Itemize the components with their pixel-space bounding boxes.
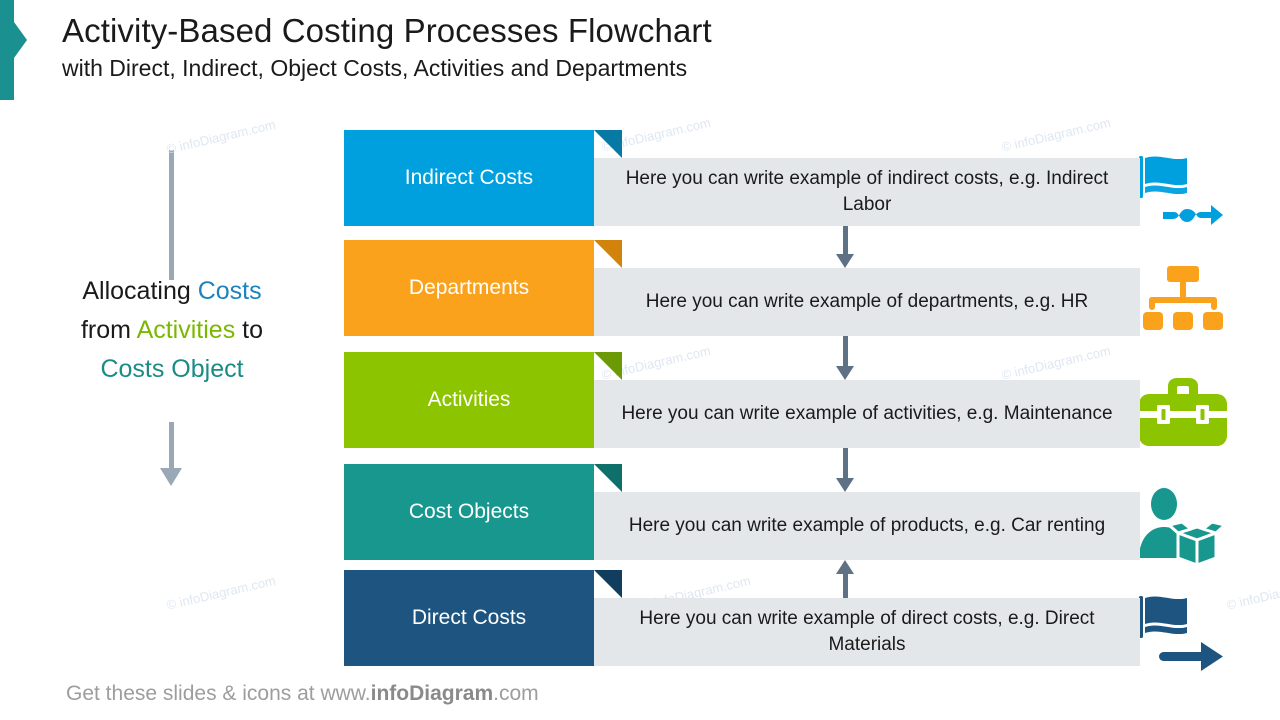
- title-subtitle: with Direct, Indirect, Object Costs, Act…: [62, 55, 688, 82]
- row-description-text: Here you can write example of activities…: [621, 403, 1113, 425]
- title-accent-chevron-icon: [14, 22, 27, 58]
- row-description[interactable]: Here you can write example of indirect c…: [594, 158, 1140, 226]
- caption-line-2-prefix: from: [80, 315, 137, 344]
- caption-costs-object-highlight: Costs Object: [100, 354, 244, 383]
- row-label-tag[interactable]: Departments: [344, 240, 594, 336]
- caption-costs-highlight: Costs: [197, 277, 262, 305]
- caption-activities-highlight: Activities: [136, 315, 236, 344]
- row-tag-fold-icon: [594, 352, 622, 408]
- row-label-text: Departments: [408, 276, 530, 299]
- title-main: Activity-Based Costing Processes Flowcha…: [62, 12, 712, 49]
- row-description[interactable]: Here you can write example of department…: [594, 268, 1140, 336]
- flow-line-top: [169, 150, 174, 280]
- footer-promo: Get these slides & icons at www.infoDiag…: [66, 682, 539, 706]
- row-description-text: Here you can write example of direct cos…: [639, 608, 1095, 655]
- allocation-caption-block: Allocating Costs from Activities to Cost…: [36, 130, 308, 500]
- row-label-tag[interactable]: Direct Costs: [344, 570, 594, 666]
- flow-arrow-stem-bottom: [169, 422, 174, 470]
- page-title: Activity-Based Costing Processes Flowcha…: [62, 10, 1212, 84]
- row-description-text: Here you can write example of department…: [645, 291, 1089, 313]
- caption-line-3: Costs Object: [36, 350, 308, 389]
- row-tag-fold-icon: [594, 570, 622, 626]
- row-label-text: Indirect Costs: [404, 166, 534, 189]
- caption-line-2: from Activities to: [36, 311, 308, 350]
- footer-brand: infoDiagram: [370, 682, 494, 705]
- watermark: © infoDiagram.com: [165, 572, 277, 613]
- row-label-text: Activities: [427, 388, 511, 411]
- row-label-tag[interactable]: Cost Objects: [344, 464, 594, 560]
- row-label-text: Direct Costs: [411, 606, 527, 629]
- caption-line-1-prefix: Allocating: [82, 277, 198, 305]
- footer-suffix: .com: [493, 682, 539, 705]
- row-label-tag[interactable]: Indirect Costs: [344, 130, 594, 226]
- row-description[interactable]: Here you can write example of products, …: [594, 492, 1140, 560]
- row-tag-fold-icon: [594, 130, 622, 186]
- title-accent-bar: [0, 0, 14, 100]
- row-description[interactable]: Here you can write example of activities…: [594, 380, 1140, 448]
- caption-line-2-suffix: to: [235, 315, 263, 344]
- row-tag-fold-icon: [594, 240, 622, 296]
- flag-straight-arrow-icon: [1128, 584, 1238, 680]
- row-label-tag[interactable]: Activities: [344, 352, 594, 448]
- row-description-text: Here you can write example of indirect c…: [625, 168, 1109, 215]
- row-label-text: Cost Objects: [408, 500, 530, 523]
- flow-arrow-head-down-icon: [160, 468, 182, 486]
- allocation-caption-text: Allocating Costs from Activities to Cost…: [36, 272, 308, 388]
- flow-row: Indirect Costs Here you can write example…: [344, 130, 1224, 226]
- row-tag-fold-icon: [594, 464, 622, 520]
- caption-line-1: Allocating Costs: [36, 272, 308, 311]
- footer-prefix: Get these slides & icons at www.: [66, 682, 371, 705]
- row-description[interactable]: Here you can write example of direct cos…: [594, 598, 1140, 666]
- row-description-text: Here you can write example of products, …: [628, 515, 1106, 537]
